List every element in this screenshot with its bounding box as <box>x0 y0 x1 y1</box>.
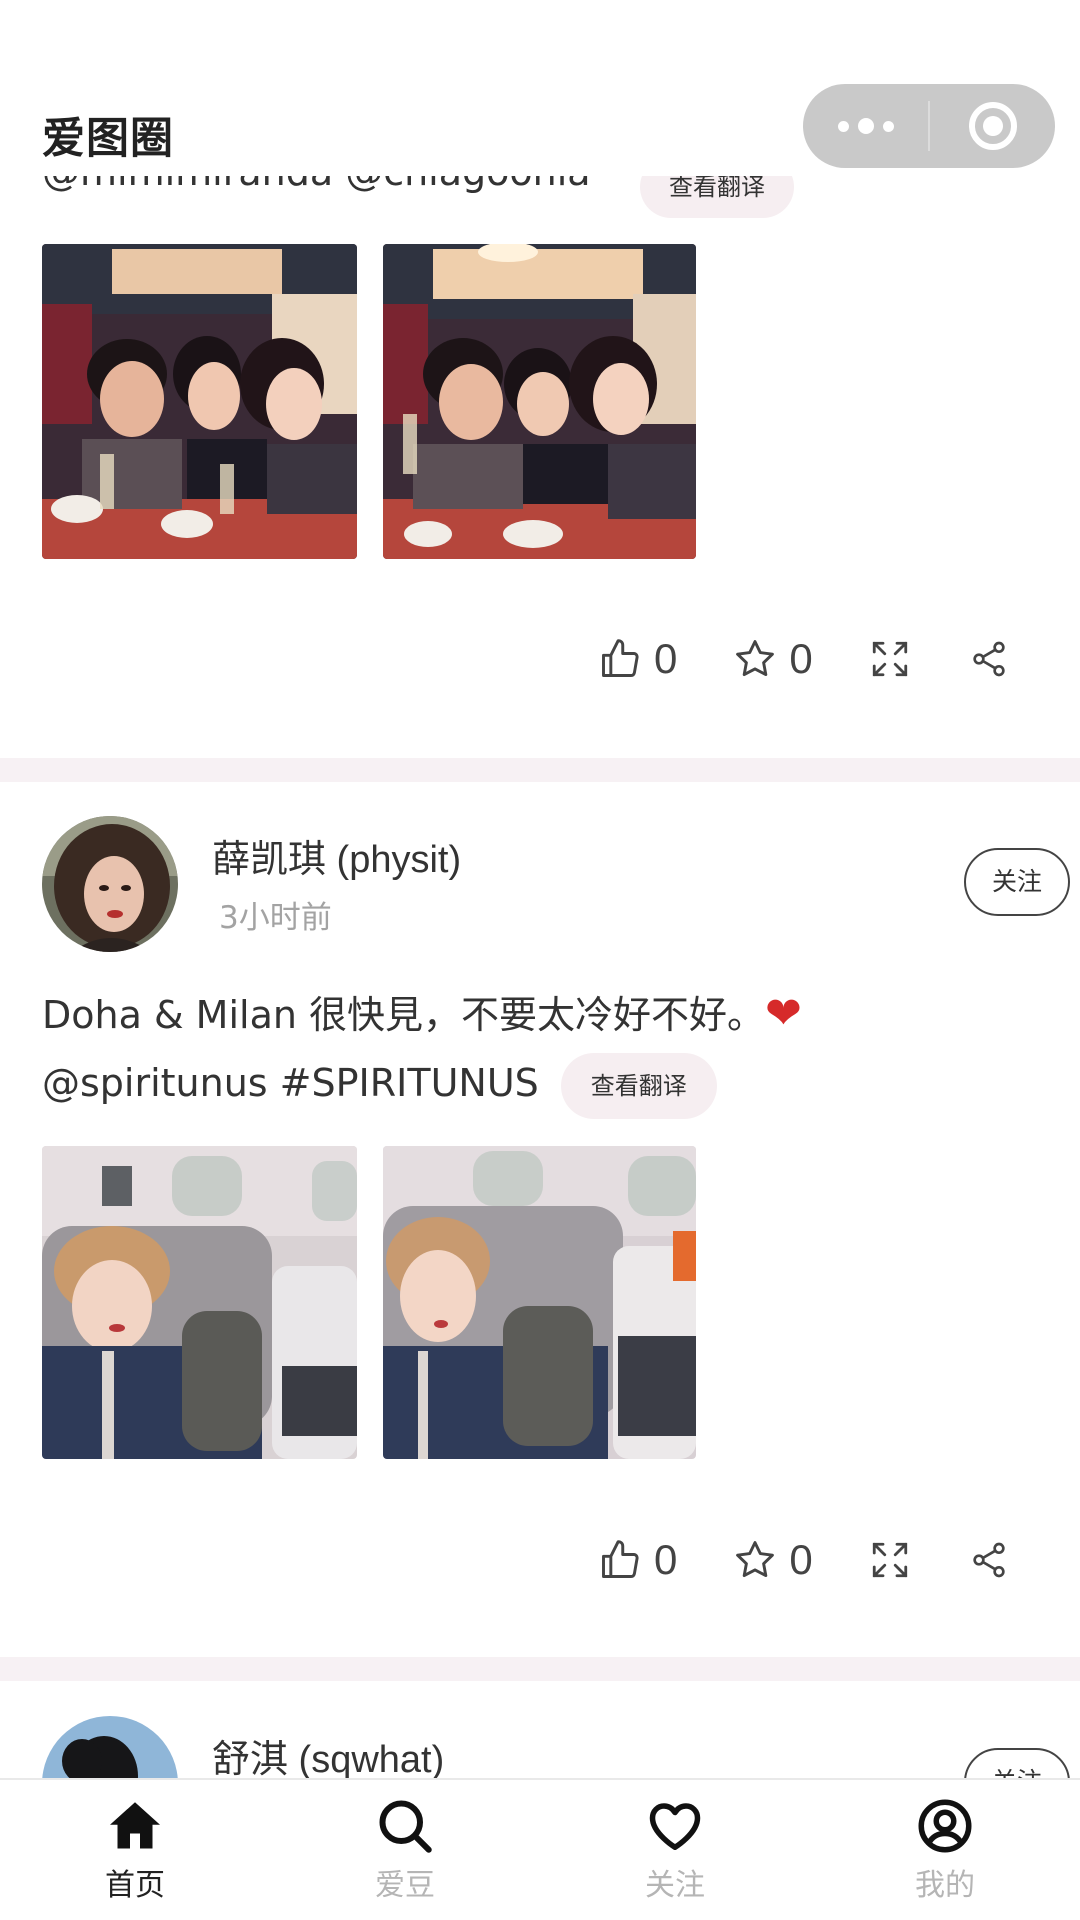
close-button[interactable] <box>930 84 1055 168</box>
more-dots-icon <box>837 120 849 132</box>
username[interactable]: 舒淇 (sqwhat) <box>212 1728 444 1783</box>
tab-label: 爱豆 <box>375 1868 435 1903</box>
tab-label: 首页 <box>105 1868 165 1903</box>
post-photo[interactable] <box>42 1146 357 1459</box>
home-icon <box>110 1802 160 1849</box>
favorite-button[interactable]: 0 <box>733 635 813 683</box>
fullscreen-icon <box>872 1542 907 1578</box>
share-icon <box>973 641 1005 677</box>
post-photo[interactable] <box>383 244 696 559</box>
fullscreen-button[interactable] <box>869 1539 911 1581</box>
share-button[interactable] <box>969 639 1009 679</box>
post-photo[interactable] <box>383 1146 696 1459</box>
post-photo[interactable] <box>42 244 357 559</box>
post-separator <box>0 758 1080 782</box>
follow-button[interactable]: 关注 <box>964 848 1070 916</box>
tab-home[interactable]: 首页 <box>0 1780 270 1920</box>
search-icon <box>379 1800 432 1853</box>
thumbs-up-icon <box>602 639 639 677</box>
star-icon <box>736 640 775 677</box>
heart-emoji-icon: ❤ <box>765 988 802 1039</box>
post-action-bar: 0 0 <box>598 629 1009 689</box>
bottom-tab-bar: 首页 爱豆 关注 我的 <box>0 1778 1080 1920</box>
favorite-count: 0 <box>789 635 813 682</box>
post-action-bar: 0 0 <box>598 1530 1009 1590</box>
translate-button[interactable]: 查看翻译 <box>560 1052 717 1119</box>
share-button[interactable] <box>969 1540 1009 1580</box>
like-button[interactable]: 0 <box>598 635 677 683</box>
post-text: Doha & Milan 很快見，不要太冷好不好。❤ @spiritunus #… <box>42 980 1002 1119</box>
tab-label: 我的 <box>915 1868 975 1903</box>
tab-follow[interactable]: 关注 <box>540 1780 810 1920</box>
thumbs-up-icon <box>602 1540 639 1578</box>
post-time: 3小时前 <box>219 900 332 936</box>
heart-icon <box>649 1803 701 1850</box>
fullscreen-icon <box>872 641 907 677</box>
fullscreen-button[interactable] <box>869 638 911 680</box>
page-title: 爱图圈 <box>42 114 174 164</box>
tab-label: 关注 <box>645 1868 705 1903</box>
username[interactable]: 薛凯琪 (physit) <box>212 828 461 883</box>
top-bar: 爱图圈 <box>0 0 1080 176</box>
mini-program-capsule <box>803 84 1055 168</box>
more-button[interactable] <box>803 84 928 168</box>
like-count: 0 <box>654 1536 678 1583</box>
post-text-line: Doha & Milan 很快見，不要太冷好不好。 <box>42 993 766 1037</box>
post-separator <box>0 1657 1080 1681</box>
avatar[interactable] <box>42 816 178 952</box>
like-button[interactable]: 0 <box>598 1536 677 1584</box>
tab-idol[interactable]: 爱豆 <box>270 1780 540 1920</box>
tab-mine[interactable]: 我的 <box>810 1780 1080 1920</box>
target-icon <box>968 102 1017 150</box>
post-text-hashtags[interactable]: @spiritunus #SPIRITUNUS <box>42 1061 539 1105</box>
profile-icon <box>918 1799 972 1853</box>
like-count: 0 <box>654 635 678 682</box>
star-icon <box>736 1541 775 1578</box>
favorite-button[interactable]: 0 <box>733 1536 813 1584</box>
share-icon <box>973 1542 1005 1578</box>
favorite-count: 0 <box>789 1536 813 1583</box>
